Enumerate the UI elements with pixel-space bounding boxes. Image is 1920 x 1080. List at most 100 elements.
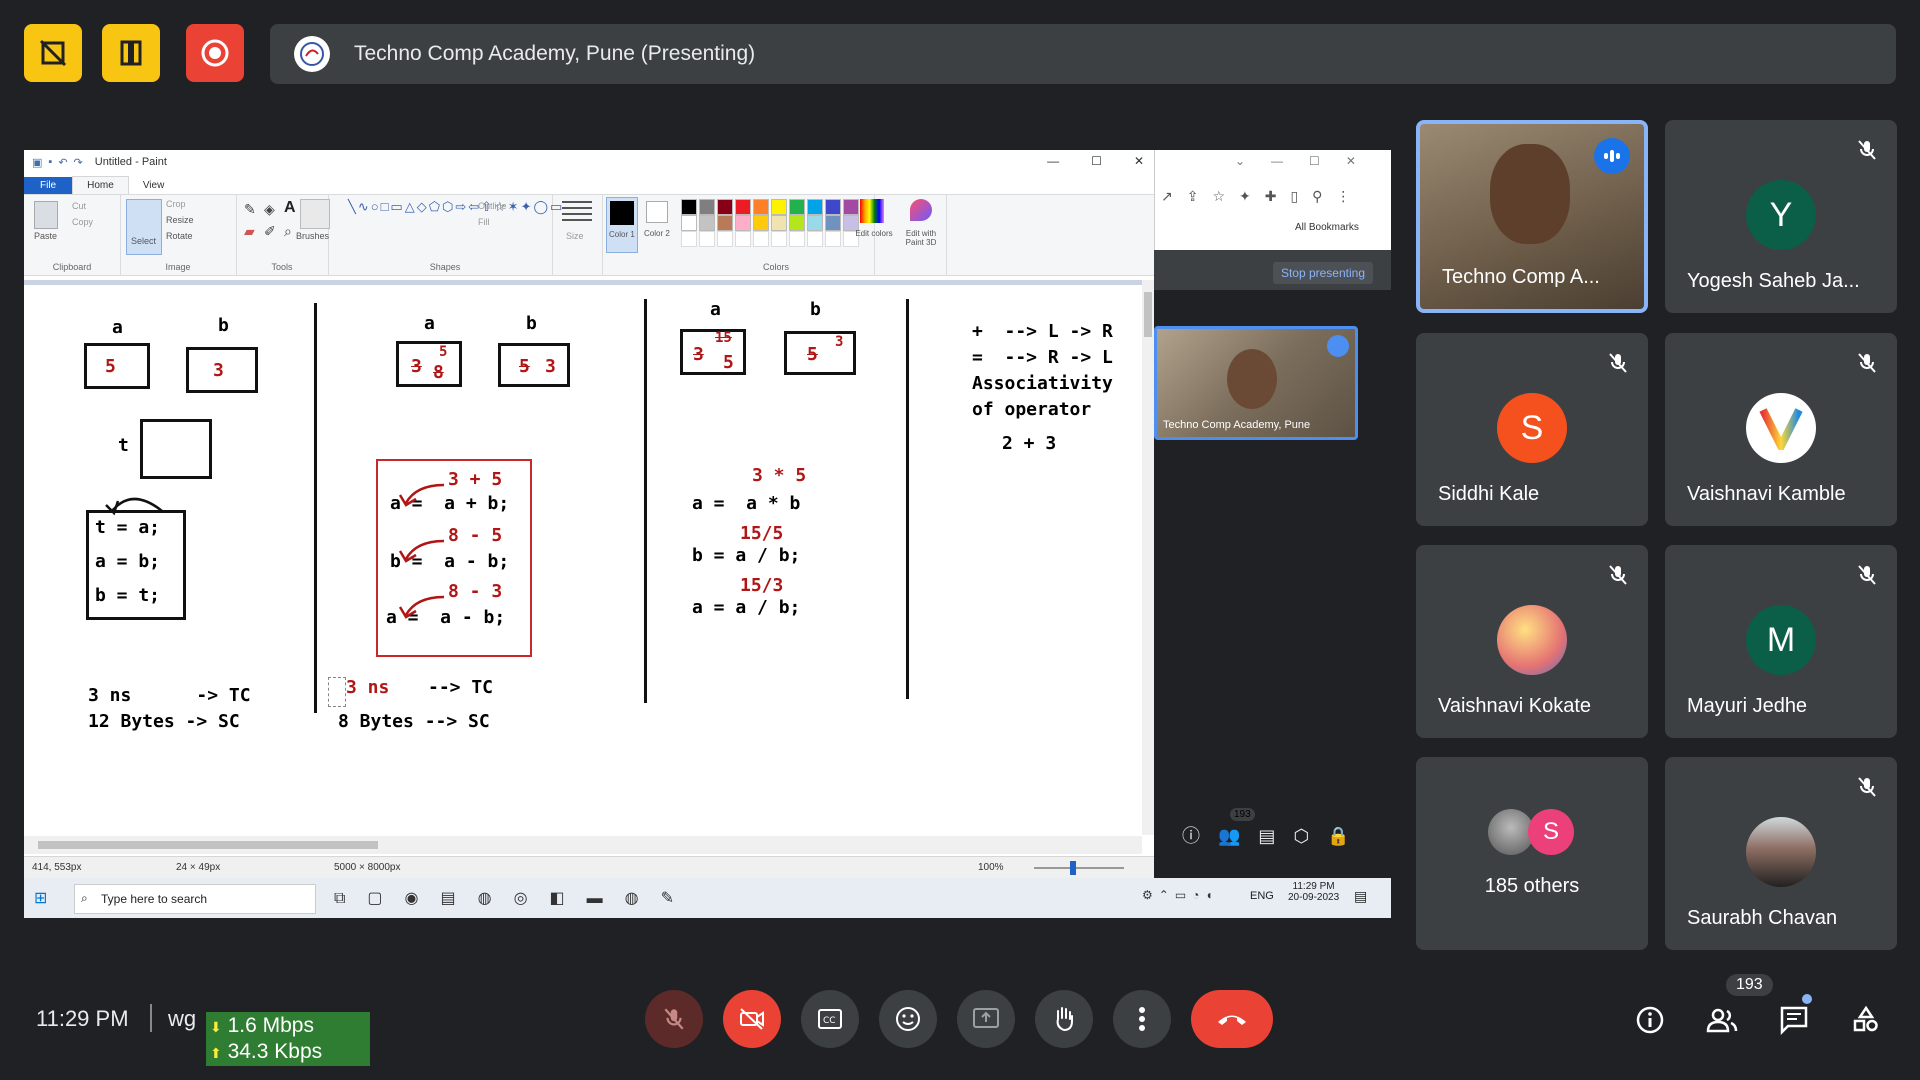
fill-bucket-icon[interactable]: ◈	[264, 201, 275, 218]
edit-colors-icon[interactable]	[860, 199, 884, 223]
vertical-scrollbar[interactable]	[1142, 280, 1154, 835]
system-tray-icons[interactable]: ⚙︎⌃▭◔◖	[1142, 888, 1219, 902]
save-icon[interactable]: ▪	[48, 156, 52, 169]
custom-swatch[interactable]	[753, 231, 769, 247]
custom-swatch[interactable]	[825, 231, 841, 247]
custom-swatch[interactable]	[699, 231, 715, 247]
select-button[interactable]: Select	[126, 199, 162, 255]
meeting-details-button[interactable]	[1630, 1000, 1670, 1040]
edit-paint3d-button[interactable]: Edit with Paint 3D	[896, 229, 946, 247]
shapes-gallery[interactable]: ╲∿○□▭△◇⬠⬡⇨⇦⇧☆✶✦◯▭	[348, 199, 562, 249]
undo-icon[interactable]: ↶	[58, 156, 67, 169]
taskbar-apps[interactable]: ⧉▢◉▤◍◎◧▬◍✎	[334, 888, 696, 908]
people-button[interactable]	[1702, 1000, 1742, 1040]
captions-button[interactable]: CC	[801, 990, 859, 1048]
palette-swatch[interactable]	[717, 215, 733, 231]
copy-button[interactable]: Copy	[72, 217, 93, 227]
mic-toggle-button[interactable]	[645, 990, 703, 1048]
resize-button[interactable]: Resize	[166, 215, 194, 225]
more-options-button[interactable]	[1113, 990, 1171, 1048]
tile-presenter[interactable]: Techno Comp A...	[1416, 120, 1648, 313]
palette-swatch[interactable]	[771, 199, 787, 215]
custom-swatch[interactable]	[789, 231, 805, 247]
palette-swatch[interactable]	[807, 215, 823, 231]
palette-swatch[interactable]	[825, 215, 841, 231]
palette-swatch[interactable]	[735, 199, 751, 215]
line-size-icon[interactable]	[562, 201, 592, 223]
brushes-icon[interactable]	[300, 199, 330, 229]
magnifier-icon[interactable]: ⌕	[284, 223, 292, 240]
tile-yogesh[interactable]: Y Yogesh Saheb Ja...	[1665, 120, 1897, 313]
rotate-button[interactable]: Rotate	[166, 231, 193, 241]
eraser-icon[interactable]: ▰	[244, 223, 255, 240]
notifications-icon[interactable]: ▤	[1354, 888, 1367, 905]
custom-swatch[interactable]	[717, 231, 733, 247]
tile-siddhi[interactable]: S Siddhi Kale	[1416, 333, 1648, 526]
palette-swatch[interactable]	[717, 199, 733, 215]
raise-hand-button[interactable]	[1035, 990, 1093, 1048]
palette-swatch[interactable]	[753, 199, 769, 215]
leave-call-button[interactable]	[1191, 990, 1273, 1048]
color2-swatch[interactable]	[646, 201, 668, 223]
present-button[interactable]	[957, 990, 1015, 1048]
tile-saurabh[interactable]: Saurabh Chavan	[1665, 757, 1897, 950]
taskbar-clock[interactable]: 11:29 PM 20-09-2023	[1288, 881, 1339, 903]
all-bookmarks[interactable]: All Bookmarks	[1295, 222, 1359, 233]
paint3d-icon[interactable]	[910, 199, 932, 221]
palette-swatch[interactable]	[753, 215, 769, 231]
browser-window-controls[interactable]: ⌄—☐✕	[1235, 154, 1382, 168]
hide-screen-button[interactable]	[24, 24, 82, 82]
pencil-icon[interactable]: ✎	[244, 201, 256, 218]
fill-button[interactable]: Fill	[478, 217, 490, 227]
brushes-button[interactable]: Brushes	[296, 231, 329, 241]
tile-others[interactable]: S 185 others	[1416, 757, 1648, 950]
size-button[interactable]: Size	[566, 231, 584, 241]
language-indicator[interactable]: ENG	[1250, 890, 1274, 902]
maximize-button[interactable]: ☐	[1091, 154, 1102, 168]
palette-swatch[interactable]	[771, 215, 787, 231]
mini-controls[interactable]: ⓘ👥▤⬡🔒	[1182, 822, 1368, 848]
paint-canvas[interactable]: a b 5 3 t t = a; a = b; b = t; 3 ns -> T…	[24, 280, 1142, 840]
palette-swatch[interactable]	[681, 215, 697, 231]
activities-button[interactable]	[1846, 1000, 1886, 1040]
palette-swatch[interactable]	[807, 199, 823, 215]
zoom-slider-thumb[interactable]	[1070, 861, 1076, 875]
paste-button[interactable]: Paste	[34, 231, 57, 241]
horizontal-scrollbar[interactable]	[24, 836, 1142, 854]
color-picker-icon[interactable]: ✐	[264, 223, 276, 240]
meeting-code[interactable]: wg	[168, 1006, 196, 1032]
color2-button[interactable]: Color 2	[644, 229, 670, 238]
palette-swatch[interactable]	[699, 215, 715, 231]
layout-button[interactable]	[102, 24, 160, 82]
browser-toolbar-icons[interactable]: ↗⇪☆✦✚▯⚲⋮	[1161, 188, 1364, 205]
crop-button[interactable]: Crop	[166, 199, 186, 209]
palette-swatch[interactable]	[699, 199, 715, 215]
tile-vaishnavi-kamble[interactable]: Vaishnavi Kamble	[1665, 333, 1897, 526]
palette-swatch[interactable]	[825, 199, 841, 215]
close-button[interactable]: ✕	[1134, 154, 1144, 168]
tab-view[interactable]: View	[129, 177, 179, 194]
tab-file[interactable]: File	[24, 177, 73, 194]
chat-button[interactable]	[1774, 1000, 1814, 1040]
taskbar-search[interactable]: ⌕ Type here to search	[74, 884, 316, 914]
palette-swatch[interactable]	[681, 199, 697, 215]
tab-home[interactable]: Home	[72, 176, 129, 194]
custom-swatch[interactable]	[771, 231, 787, 247]
custom-swatch[interactable]	[681, 231, 697, 247]
tile-vaishnavi-kokate[interactable]: Vaishnavi Kokate	[1416, 545, 1648, 738]
tile-mayuri[interactable]: M Mayuri Jedhe	[1665, 545, 1897, 738]
stop-presenting-button[interactable]: Stop presenting	[1272, 262, 1373, 284]
palette-swatch[interactable]	[789, 215, 805, 231]
windows-start-icon[interactable]: ⊞	[34, 888, 47, 908]
edit-colors-button[interactable]: Edit colors	[854, 229, 894, 238]
custom-swatch[interactable]	[735, 231, 751, 247]
custom-swatch[interactable]	[807, 231, 823, 247]
palette-swatch[interactable]	[789, 199, 805, 215]
cut-button[interactable]: Cut	[72, 201, 86, 211]
camera-toggle-button[interactable]	[723, 990, 781, 1048]
palette-swatch[interactable]	[735, 215, 751, 231]
reactions-button[interactable]	[879, 990, 937, 1048]
zoom-slider[interactable]	[1034, 861, 1124, 875]
outline-button[interactable]: Outline	[478, 201, 507, 211]
recording-button[interactable]	[186, 24, 244, 82]
